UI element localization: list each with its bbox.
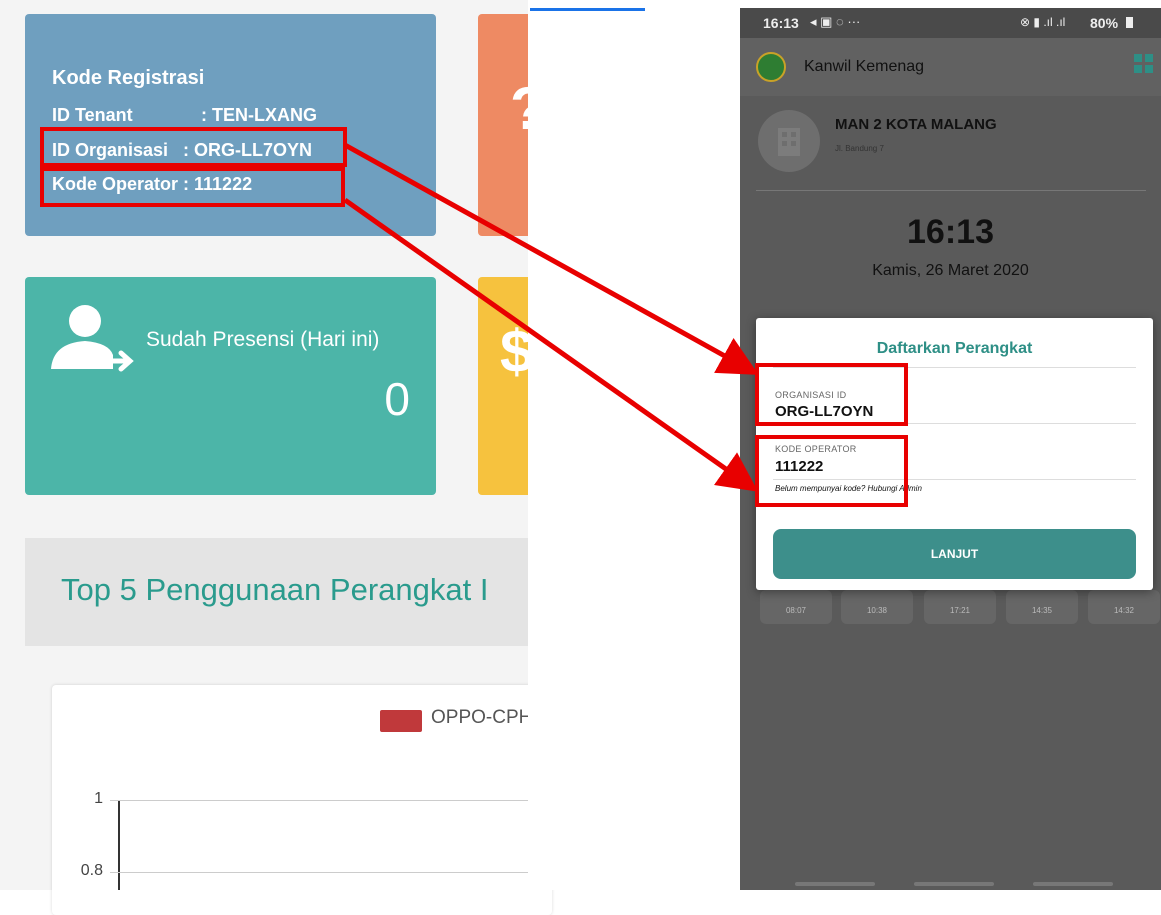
battery-icon: [1126, 17, 1133, 28]
y-tick-0-8: 0.8: [80, 862, 103, 879]
y-axis: [118, 800, 120, 890]
user-arrow-icon: [51, 305, 134, 372]
date-display: Kamis, 26 Maret 2020: [872, 262, 1029, 279]
nav-pill: [795, 882, 875, 886]
presence-label: Sudah Presensi (Hari ini): [146, 328, 380, 351]
notification-icons: ◂ ▣ ◌ ···: [810, 14, 861, 29]
app-bar: Kanwil Kemenag: [740, 38, 1161, 96]
nav-pill: [914, 882, 994, 886]
divider: [756, 190, 1146, 191]
attendance-chip: 08:07: [760, 590, 832, 624]
status-time: 16:13: [763, 15, 799, 31]
highlight-box-organization-id: [40, 127, 347, 167]
tenant-value: : TEN-LXANG: [201, 105, 317, 125]
registration-title: Kode Registrasi: [52, 67, 205, 89]
clock-display: 16:13: [907, 213, 994, 251]
grid-menu-icon[interactable]: [1134, 54, 1154, 79]
accent-line: [530, 8, 645, 11]
status-bar: 16:13 ◂ ▣ ◌ ··· ⊗ ▮ .ıl .ıl 80%: [740, 8, 1161, 38]
attendance-chip: 14:35: [1006, 590, 1078, 624]
highlight-box-operator-code: [40, 167, 345, 207]
signal-icons: ⊗ ▮ .ıl .ıl: [1020, 15, 1066, 29]
presence-card: Sudah Presensi (Hari ini) 0: [25, 277, 436, 495]
attendance-chip: 14:32: [1088, 590, 1160, 624]
continue-button[interactable]: LANJUT: [773, 529, 1136, 579]
school-name: MAN 2 KOTA MALANG: [835, 116, 997, 133]
building-icon: [758, 110, 820, 172]
gridline: [110, 872, 530, 873]
section-title: Top 5 Penggunaan Perangkat I: [61, 572, 489, 607]
kemenag-logo-icon: [756, 52, 786, 82]
nav-pill: [1033, 882, 1113, 886]
highlight-box-dialog-operator: [755, 435, 908, 507]
battery-level: 80%: [1090, 15, 1119, 31]
app-title: Kanwil Kemenag: [804, 58, 925, 75]
legend-label[interactable]: OPPO-CPH: [431, 707, 532, 729]
y-tick-1: 1: [94, 790, 103, 807]
gridline: [110, 800, 530, 801]
school-address: Jl. Bandung 7: [835, 144, 884, 153]
presence-count: 0: [384, 373, 410, 425]
attendance-chip: 17:21: [924, 590, 996, 624]
tenant-label: ID Tenant: [52, 105, 133, 125]
legend-swatch[interactable]: [380, 710, 422, 732]
highlight-box-dialog-organization: [755, 363, 908, 426]
attendance-chip: 10:38: [841, 590, 913, 624]
divider-area: [528, 0, 740, 890]
dialog-title: Daftarkan Perangkat: [876, 340, 1033, 357]
